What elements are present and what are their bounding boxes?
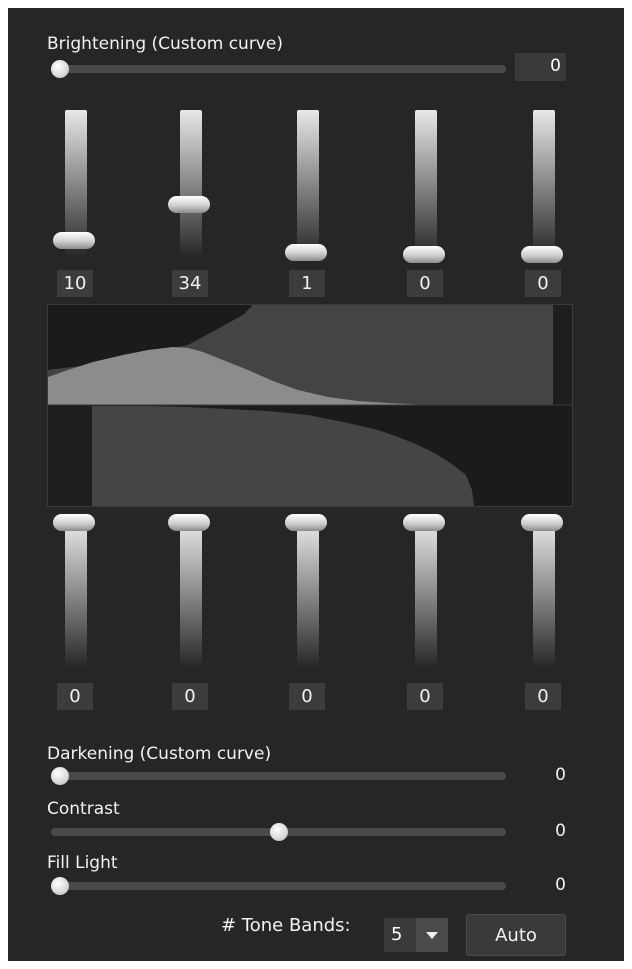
brightening-slider-thumb[interactable] (51, 60, 69, 78)
tone-bands-label: # Tone Bands: (221, 915, 351, 936)
tone-bands-value: 5 (391, 924, 403, 945)
contrast-slider[interactable] (51, 821, 506, 843)
brightening-slider[interactable] (51, 58, 506, 80)
darkening-slider-thumb[interactable] (51, 767, 69, 785)
tone-bands-select[interactable]: 5 (384, 918, 448, 952)
brightening-band-value-3[interactable]: 1 (289, 270, 325, 297)
darkening-band-thumb-1[interactable] (53, 514, 95, 531)
darkening-band-track-2[interactable] (180, 522, 202, 668)
brightening-band-thumb-2[interactable] (168, 196, 210, 213)
brightening-band-thumb-1[interactable] (53, 232, 95, 249)
brightening-band-thumb-4[interactable] (403, 246, 445, 263)
darkening-band-thumb-3[interactable] (285, 514, 327, 531)
contrast-value: 0 (555, 821, 566, 841)
darkening-band-track-1[interactable] (65, 522, 87, 668)
brightening-band-thumb-3[interactable] (285, 244, 327, 262)
dropdown-arrow-icon[interactable] (416, 918, 448, 952)
darkening-band-thumb-2[interactable] (168, 514, 210, 531)
auto-button[interactable]: Auto (466, 914, 566, 956)
darkening-value: 0 (555, 765, 566, 785)
brightening-band-value-1[interactable]: 10 (57, 270, 93, 297)
histogram (47, 304, 573, 507)
darkening-slider-track[interactable] (51, 772, 506, 780)
brightening-slider-track[interactable] (51, 65, 506, 73)
histogram-clip-left (48, 406, 92, 506)
brightening-band-thumb-5[interactable] (521, 246, 563, 263)
darkening-band-value-4[interactable]: 0 (407, 683, 443, 710)
brightening-band-track-5[interactable] (533, 110, 555, 255)
darkening-band-value-5[interactable]: 0 (525, 683, 561, 710)
darkening-label: Darkening (Custom curve) (47, 744, 272, 764)
fill-light-slider-thumb[interactable] (51, 877, 69, 895)
darkening-band-track-4[interactable] (415, 522, 437, 668)
darkening-band-value-1[interactable]: 0 (57, 683, 93, 710)
darkening-band-track-3[interactable] (297, 522, 319, 668)
brightening-band-value-2[interactable]: 34 (172, 270, 208, 297)
darkening-band-track-5[interactable] (533, 522, 555, 668)
brightening-band-track-3[interactable] (297, 110, 319, 255)
fill-light-slider-track[interactable] (51, 882, 506, 890)
fill-light-label: Fill Light (47, 853, 118, 873)
histogram-graph (48, 305, 572, 506)
brightening-band-value-4[interactable]: 0 (407, 270, 443, 297)
contrast-slider-thumb[interactable] (269, 823, 288, 841)
darkening-band-value-3[interactable]: 0 (289, 683, 325, 710)
darkening-band-thumb-5[interactable] (521, 514, 563, 531)
histogram-clip-right (553, 305, 572, 405)
brightening-band-value-5[interactable]: 0 (525, 270, 561, 297)
brightening-label: Brightening (Custom curve) (47, 34, 283, 54)
darkening-band-thumb-4[interactable] (403, 514, 445, 531)
fill-light-slider[interactable] (51, 875, 506, 897)
fill-light-value: 0 (555, 875, 566, 895)
darkening-slider[interactable] (51, 765, 506, 787)
darkening-band-value-2[interactable]: 0 (172, 683, 208, 710)
brightening-band-track-4[interactable] (415, 110, 437, 255)
contrast-label: Contrast (47, 799, 120, 819)
brightening-band-track-2[interactable] (180, 110, 202, 255)
brightening-value-field[interactable]: 0 (515, 53, 566, 81)
